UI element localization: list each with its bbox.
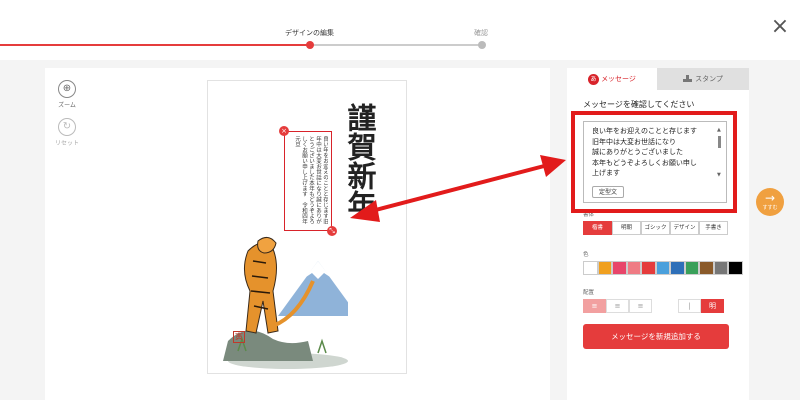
arrow-right-icon: → xyxy=(764,191,776,205)
reset-icon: ↻ xyxy=(58,118,76,136)
progress-track-todo xyxy=(310,44,482,46)
align-label: 配置 xyxy=(583,290,595,296)
orientation-mincho-button[interactable]: 明 xyxy=(701,299,724,313)
textarea-scrollbar[interactable]: ▲ ▼ xyxy=(717,128,722,178)
scroll-down-icon: ▼ xyxy=(717,172,721,178)
resize-handle-icon[interactable]: ⤡ xyxy=(327,226,337,236)
seal-stamp: 寅 xyxy=(233,331,245,343)
tab-message-label: メッセージ xyxy=(601,75,636,83)
tab-stamp[interactable]: スタンプ xyxy=(657,68,749,90)
color-swatch[interactable] xyxy=(641,261,656,275)
step-design-label: デザインの編集 xyxy=(285,29,334,37)
step-design-dot xyxy=(306,41,314,49)
font-design-button[interactable]: デザイン xyxy=(670,221,699,235)
orientation-vertical-button[interactable]: | xyxy=(678,299,701,313)
reset-label: リセット xyxy=(54,140,79,147)
close-icon[interactable]: × xyxy=(768,16,792,40)
step-confirm-label: 確認 xyxy=(474,29,488,37)
scroll-up-icon: ▲ xyxy=(717,127,721,133)
color-swatch[interactable] xyxy=(583,261,598,275)
greeting-calligraphy[interactable]: 謹賀新年 xyxy=(336,103,377,219)
edit-panel: あメッセージ スタンプ メッセージを確認してください 良い年をお迎えのことと存じ… xyxy=(567,68,749,400)
color-swatch[interactable] xyxy=(699,261,714,275)
font-handwritten-button[interactable]: 手書き xyxy=(699,221,728,235)
font-label: 書体 xyxy=(583,212,595,218)
reset-button[interactable]: ↻ リセット xyxy=(53,118,81,147)
font-gothic-button[interactable]: ゴシック xyxy=(641,221,670,235)
message-tab-icon: あ xyxy=(588,73,600,85)
align-center-button[interactable]: ≡ xyxy=(606,299,629,313)
step-confirm-dot xyxy=(478,41,486,49)
next-label: すすむ xyxy=(762,205,778,211)
stamp-icon xyxy=(683,75,693,82)
zoom-button[interactable]: ⊕ ズーム xyxy=(53,80,81,109)
color-swatch[interactable] xyxy=(684,261,699,275)
color-palette xyxy=(583,261,743,275)
tiger-body xyxy=(244,242,279,334)
delete-handle-icon[interactable]: × xyxy=(279,126,289,136)
add-message-button[interactable]: メッセージを新規追加する xyxy=(583,324,729,349)
design-canvas: ⊕ ズーム ↻ リセット 謹賀新年 良い年をお迎えのことと存じます旧年中は大変お… xyxy=(45,68,550,400)
zoom-icon: ⊕ xyxy=(58,80,76,98)
color-label: 色 xyxy=(583,252,589,258)
font-selector: 楷書 明朝 ゴシック デザイン 手書き xyxy=(583,221,728,235)
tab-stamp-label: スタンプ xyxy=(695,75,723,83)
panel-title: メッセージを確認してください xyxy=(583,100,695,109)
message-textarea[interactable]: 良い年をお迎えのことと存じます 旧年中は大変お世話になり 誠にありがとうございま… xyxy=(583,121,727,203)
message-vertical-text: 良い年をお迎えのことと存じます旧年中は大変お世話になり誠にありがとうございました… xyxy=(294,136,328,226)
align-bottom-button[interactable]: ≡ xyxy=(629,299,652,313)
color-swatch[interactable] xyxy=(655,261,670,275)
color-swatch[interactable] xyxy=(713,261,728,275)
align-top-button[interactable]: ≡ xyxy=(583,299,606,313)
progress-bar: デザインの編集 確認 × xyxy=(0,0,800,60)
template-button[interactable]: 定型文 xyxy=(592,186,625,198)
tab-message[interactable]: あメッセージ xyxy=(567,68,657,90)
font-kaisho-button[interactable]: 楷書 xyxy=(583,221,612,235)
alignment-controls: ≡ ≡ ≡ | 明 xyxy=(583,299,724,313)
tiger-illustration xyxy=(223,237,348,369)
color-swatch[interactable] xyxy=(728,261,743,275)
message-text-box[interactable]: 良い年をお迎えのことと存じます旧年中は大変お世話になり誠にありがとうございました… xyxy=(279,126,337,236)
zoom-label: ズーム xyxy=(58,102,76,109)
next-button[interactable]: → すすむ xyxy=(756,188,784,216)
color-swatch[interactable] xyxy=(626,261,641,275)
postcard-preview[interactable]: 謹賀新年 良い年をお迎えのことと存じます旧年中は大変お世話になり誠にありがとうご… xyxy=(207,80,407,374)
scroll-thumb[interactable] xyxy=(718,136,721,148)
color-swatch[interactable] xyxy=(612,261,627,275)
progress-track-done xyxy=(0,44,310,46)
color-swatch[interactable] xyxy=(670,261,685,275)
font-mincho-button[interactable]: 明朝 xyxy=(612,221,641,235)
message-textarea-text: 良い年をお迎えのことと存じます 旧年中は大変お世話になり 誠にありがとうございま… xyxy=(592,127,697,177)
color-swatch[interactable] xyxy=(597,261,612,275)
